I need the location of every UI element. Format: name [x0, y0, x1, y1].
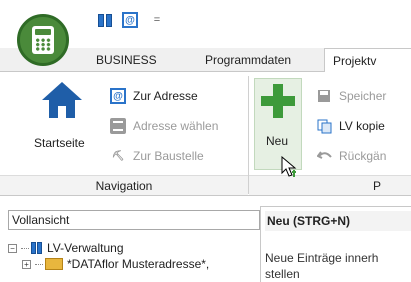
customize-quick-access-icon[interactable]: =: [152, 12, 162, 28]
tab-projekt[interactable]: Projektv: [324, 48, 411, 73]
folder-icon: [45, 258, 63, 270]
save-button[interactable]: Speicher: [316, 86, 386, 106]
home-icon: [42, 82, 82, 118]
calculator-app-icon: [32, 26, 54, 54]
address-quick-access-icon[interactable]: @: [122, 12, 138, 28]
expand-icon[interactable]: +: [22, 259, 31, 269]
group-label-project: P: [249, 175, 411, 195]
tree-node-label: LV-Verwaltung: [47, 241, 124, 255]
collapse-icon[interactable]: −: [8, 243, 17, 253]
tooltip-text-continued: stellen: [265, 267, 300, 281]
save-label: Speicher: [339, 89, 387, 103]
new-button-label: Neu: [266, 134, 289, 148]
card-icon: [110, 118, 126, 134]
tab-business[interactable]: BUSINESS: [96, 48, 157, 72]
tree-node-lv-verwaltung[interactable]: − LV-Verwaltung: [8, 240, 260, 256]
app-menu-button[interactable]: [17, 14, 69, 66]
undo-icon: [316, 148, 332, 164]
group-label-navigation: Navigation: [0, 175, 248, 195]
home-button-label: Startseite: [34, 136, 85, 150]
tree-node-label: *DATAflor Musteradresse*,: [67, 257, 210, 271]
save-icon: [316, 88, 332, 104]
view-select[interactable]: Vollansicht: [8, 210, 260, 230]
goto-site-label: Zur Baustelle: [133, 149, 204, 163]
copy-lv-button[interactable]: LV kopie: [316, 116, 385, 136]
tooltip: Neu (STRG+N) Neue Einträge innerh stelle…: [260, 206, 411, 282]
tab-programmdaten[interactable]: Programmdaten: [205, 48, 291, 72]
address-icon: @: [110, 88, 126, 104]
goto-address-label: Zur Adresse: [133, 89, 198, 103]
copy-lv-label: LV kopie: [339, 119, 385, 133]
plus-icon: [261, 84, 295, 118]
mouse-cursor-icon: [281, 156, 297, 177]
tree-view: − LV-Verwaltung + *DATAflor Musteradress…: [8, 240, 260, 272]
undo-label: Rückgän: [339, 149, 387, 163]
undo-button[interactable]: Rückgän: [316, 146, 386, 166]
tooltip-text: Neue Einträge innerh: [265, 251, 379, 265]
goto-site-button[interactable]: ⛏ Zur Baustelle: [110, 146, 204, 166]
lv-icon: [31, 242, 43, 254]
goto-address-button[interactable]: @ Zur Adresse: [110, 86, 198, 106]
choose-address-button[interactable]: Adresse wählen: [110, 116, 218, 136]
copy-icon: [316, 118, 332, 134]
tooltip-title: Neu (STRG+N): [265, 211, 411, 231]
choose-address-label: Adresse wählen: [133, 119, 219, 133]
construction-site-icon: ⛏: [111, 150, 125, 162]
tree-node-musteradresse[interactable]: + *DATAflor Musteradresse*,: [8, 256, 260, 272]
lv-quick-access-icon[interactable]: [97, 12, 113, 28]
